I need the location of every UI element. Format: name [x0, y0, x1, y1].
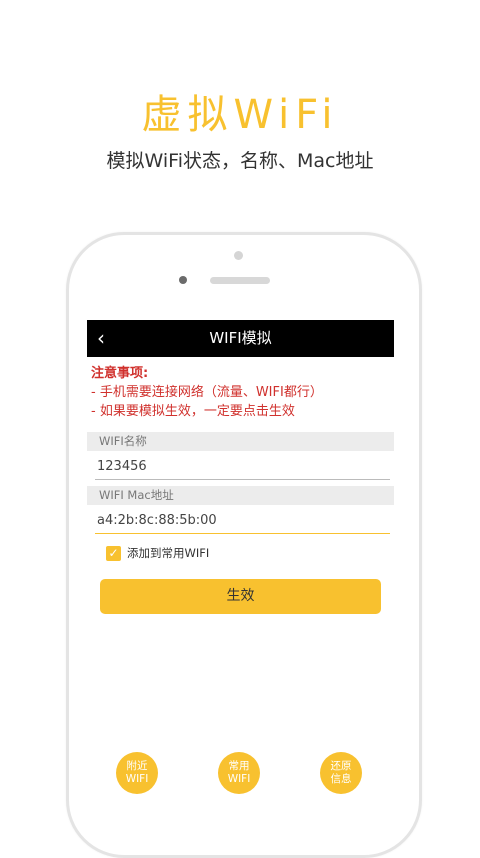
- phone-sensor: [179, 276, 187, 284]
- back-button[interactable]: ‹: [97, 326, 119, 350]
- promo-subtitle: 模拟WiFi状态，名称、Mac地址: [106, 150, 374, 172]
- notice-line-network: - 手机需要连接网络（流量、WIFI都行）: [91, 385, 323, 400]
- common-wifi-button[interactable]: 常用 WIFI: [218, 752, 260, 794]
- promo-title: 虚拟WiFi: [141, 92, 339, 138]
- favorite-checkbox-row[interactable]: ✓ 添加到常用WIFI: [106, 543, 209, 563]
- phone-speaker: [210, 277, 270, 284]
- app-screen: WIFI模拟 ‹ 注意事项: - 手机需要连接网络（流量、WIFI都行） - 如…: [87, 320, 394, 800]
- wifi-name-label: WIFI名称: [87, 432, 394, 451]
- restore-info-button[interactable]: 还原 信息: [320, 752, 362, 794]
- restore-info-line1: 还原: [330, 760, 352, 772]
- notice-block: 注意事项: - 手机需要连接网络（流量、WIFI都行） - 如果要模拟生效，一定…: [91, 364, 391, 421]
- favorite-checkbox[interactable]: ✓: [106, 545, 121, 561]
- nearby-wifi-button[interactable]: 附近 WIFI: [116, 752, 158, 794]
- favorite-checkbox-label: 添加到常用WIFI: [127, 546, 210, 560]
- wifi-mac-input[interactable]: [95, 508, 390, 534]
- wifi-mac-label: WIFI Mac地址: [87, 486, 394, 505]
- notice-title: 注意事项:: [91, 366, 149, 381]
- apply-button[interactable]: 生效: [100, 579, 381, 614]
- phone-camera: [234, 251, 243, 260]
- chevron-left-icon: ‹: [97, 326, 105, 350]
- wifi-name-input[interactable]: [95, 454, 390, 480]
- nearby-wifi-line1: 附近: [126, 760, 148, 772]
- check-icon: ✓: [108, 545, 119, 560]
- common-wifi-line1: 常用: [228, 760, 250, 772]
- nearby-wifi-line2: WIFI: [125, 773, 149, 785]
- app-title: WIFI模拟: [209, 329, 272, 347]
- restore-info-line2: 信息: [330, 773, 352, 785]
- notice-line-apply: - 如果要模拟生效，一定要点击生效: [91, 404, 295, 419]
- app-bar: WIFI模拟 ‹: [87, 320, 394, 357]
- common-wifi-line2: WIFI: [227, 773, 251, 785]
